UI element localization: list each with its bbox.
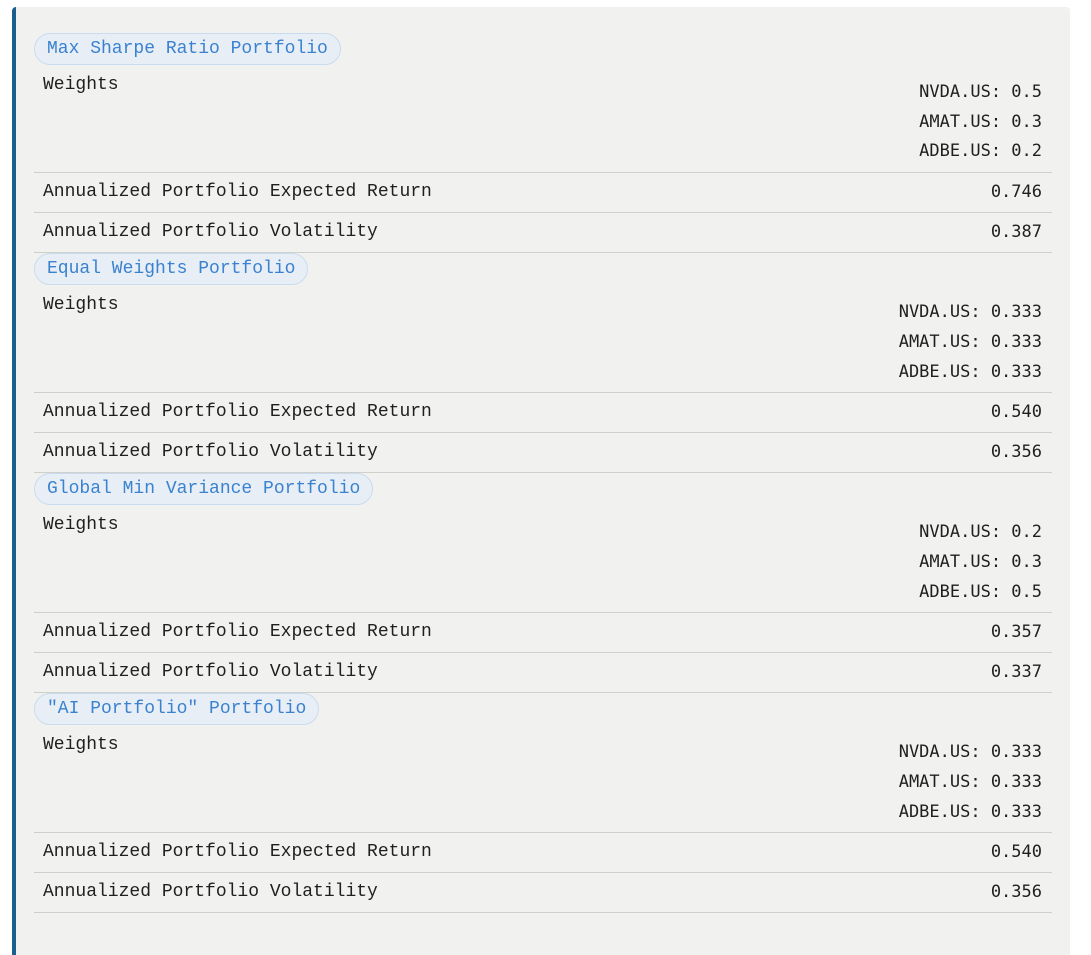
expected-return-value: 0.357 bbox=[990, 622, 1042, 643]
volatility-value: 0.387 bbox=[990, 222, 1042, 243]
expected-return-label: Annualized Portfolio Expected Return bbox=[43, 622, 432, 643]
portfolio-title-pill: Global Min Variance Portfolio bbox=[34, 473, 374, 506]
portfolio-title-pill: "AI Portfolio" Portfolio bbox=[34, 693, 320, 726]
weights-row: Weights NVDA.US: 0.2 AMAT.US: 0.3 ADBE.U… bbox=[34, 505, 1052, 614]
expected-return-row: Annualized Portfolio Expected Return 0.7… bbox=[34, 173, 1052, 214]
volatility-row: Annualized Portfolio Volatility 0.356 bbox=[34, 873, 1052, 914]
expected-return-label: Annualized Portfolio Expected Return bbox=[43, 182, 432, 203]
weights-list: NVDA.US: 0.5 AMAT.US: 0.3 ADBE.US: 0.2 bbox=[919, 78, 1042, 167]
expected-return-label: Annualized Portfolio Expected Return bbox=[43, 842, 432, 863]
portfolio-title-pill: Equal Weights Portfolio bbox=[34, 253, 309, 286]
volatility-label: Annualized Portfolio Volatility bbox=[43, 222, 378, 243]
expected-return-value: 0.540 bbox=[990, 402, 1042, 423]
weight-item: NVDA.US: 0.5 bbox=[919, 82, 1042, 102]
weights-row: Weights NVDA.US: 0.5 AMAT.US: 0.3 ADBE.U… bbox=[34, 65, 1052, 174]
weight-item: ADBE.US: 0.5 bbox=[919, 581, 1042, 602]
expected-return-label: Annualized Portfolio Expected Return bbox=[43, 402, 432, 423]
expected-return-value: 0.746 bbox=[990, 182, 1042, 203]
weights-label: Weights bbox=[43, 295, 119, 316]
volatility-row: Annualized Portfolio Volatility 0.337 bbox=[34, 653, 1052, 694]
volatility-row: Annualized Portfolio Volatility 0.356 bbox=[34, 433, 1052, 474]
weights-label: Weights bbox=[43, 515, 119, 536]
weight-item: NVDA.US: 0.333 bbox=[898, 742, 1042, 763]
weights-row: Weights NVDA.US: 0.333 AMAT.US: 0.333 AD… bbox=[34, 285, 1052, 394]
portfolio-section-max-sharpe: Max Sharpe Ratio Portfolio Weights NVDA.… bbox=[34, 33, 1052, 254]
expected-return-row: Annualized Portfolio Expected Return 0.5… bbox=[34, 833, 1052, 874]
expected-return-row: Annualized Portfolio Expected Return 0.3… bbox=[34, 613, 1052, 654]
weights-list: NVDA.US: 0.333 AMAT.US: 0.333 ADBE.US: 0… bbox=[899, 298, 1042, 387]
weights-label: Weights bbox=[43, 75, 119, 95]
volatility-row: Annualized Portfolio Volatility 0.387 bbox=[34, 213, 1052, 254]
volatility-label: Annualized Portfolio Volatility bbox=[43, 442, 378, 463]
weight-item: NVDA.US: 0.333 bbox=[898, 302, 1042, 323]
expected-return-row: Annualized Portfolio Expected Return 0.5… bbox=[34, 393, 1052, 434]
expected-return-value: 0.540 bbox=[990, 842, 1042, 863]
weight-item: ADBE.US: 0.333 bbox=[898, 361, 1042, 382]
portfolio-section-ai-portfolio: "AI Portfolio" Portfolio Weights NVDA.US… bbox=[34, 693, 1052, 914]
weight-item: NVDA.US: 0.2 bbox=[919, 522, 1042, 543]
volatility-value: 0.356 bbox=[990, 882, 1042, 903]
volatility-value: 0.337 bbox=[990, 662, 1042, 683]
weight-item: AMAT.US: 0.333 bbox=[898, 772, 1042, 793]
portfolio-title-pill: Max Sharpe Ratio Portfolio bbox=[34, 33, 341, 65]
portfolio-section-global-min-variance: Global Min Variance Portfolio Weights NV… bbox=[34, 473, 1052, 694]
weight-item: AMAT.US: 0.333 bbox=[898, 331, 1042, 352]
volatility-label: Annualized Portfolio Volatility bbox=[43, 882, 378, 903]
portfolio-results-panel: Max Sharpe Ratio Portfolio Weights NVDA.… bbox=[12, 7, 1070, 955]
weights-row: Weights NVDA.US: 0.333 AMAT.US: 0.333 AD… bbox=[34, 725, 1052, 834]
volatility-value: 0.356 bbox=[990, 442, 1042, 463]
weight-item: AMAT.US: 0.3 bbox=[919, 551, 1042, 572]
weight-item: ADBE.US: 0.2 bbox=[919, 141, 1042, 162]
weights-list: NVDA.US: 0.2 AMAT.US: 0.3 ADBE.US: 0.5 bbox=[919, 518, 1042, 607]
weight-item: AMAT.US: 0.3 bbox=[919, 111, 1042, 132]
volatility-label: Annualized Portfolio Volatility bbox=[43, 662, 378, 683]
weights-label: Weights bbox=[43, 735, 119, 756]
portfolio-section-equal-weights: Equal Weights Portfolio Weights NVDA.US:… bbox=[34, 253, 1052, 474]
weights-list: NVDA.US: 0.333 AMAT.US: 0.333 ADBE.US: 0… bbox=[899, 738, 1042, 827]
weight-item: ADBE.US: 0.333 bbox=[898, 801, 1042, 822]
